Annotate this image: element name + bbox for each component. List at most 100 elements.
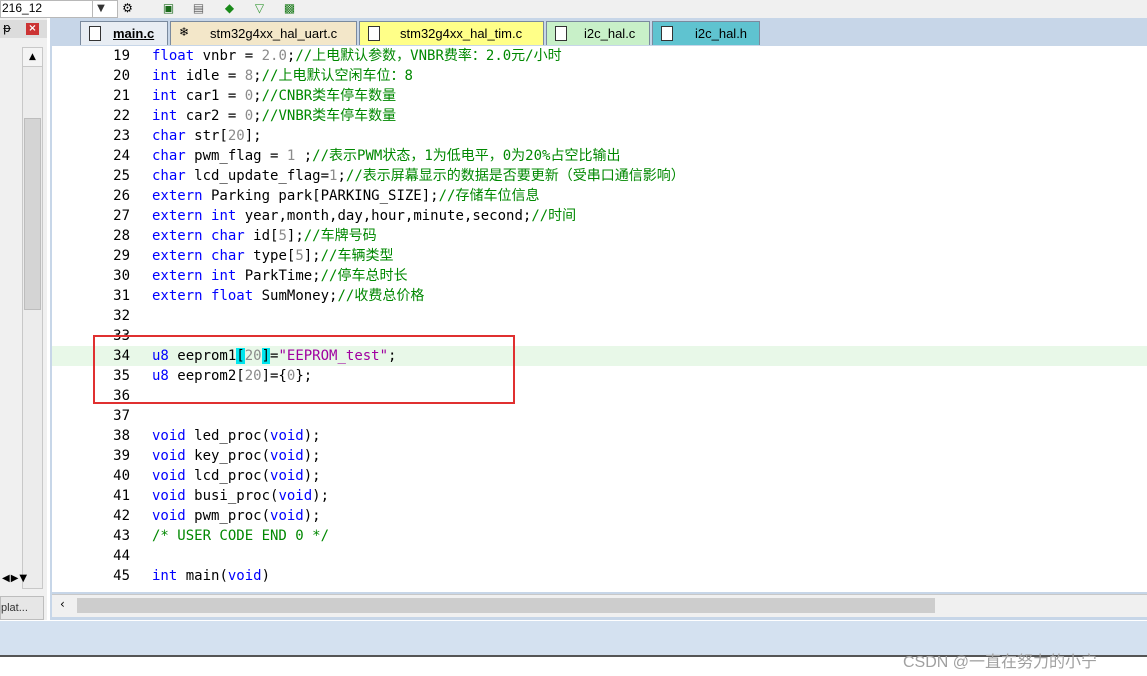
line-code[interactable]: char lcd_update_flag=1;//表示屏幕显示的数据是否要更新（… [152, 166, 685, 186]
code-line[interactable]: 26 extern Parking park[PARKING_SIZE];//存储… [52, 186, 1147, 206]
options-icon[interactable]: ⚙ [119, 0, 136, 16]
code-line[interactable]: 21 int car1 = 0;//CNBR类车停车数量 [52, 86, 1147, 106]
code-line[interactable]: 23 char str[20]; [52, 126, 1147, 146]
horizontal-scrollbar[interactable]: ‹ [52, 594, 1147, 617]
editor-frame: main.c ❄ stm32g4xx_hal_uart.c stm32g4xx_hal… [50, 18, 1147, 620]
code-line[interactable]: 44 [52, 546, 1147, 566]
code-line[interactable]: 32 [52, 306, 1147, 326]
filter-icon[interactable]: ▽ [251, 0, 268, 16]
line-code[interactable]: int car1 = 0;//CNBR类车停车数量 [152, 86, 396, 106]
project-panel-scrollbar[interactable]: ▲ [22, 47, 43, 589]
code-line[interactable]: 22 int car2 = 0;//VNBR类车停车数量 [52, 106, 1147, 126]
line-code[interactable]: char pwm_flag = 1 ;//表示PWM状态，1为低电平，0为20%… [152, 146, 620, 166]
line-code[interactable]: /* USER CODE END 0 */ [152, 526, 329, 546]
line-code[interactable]: int car2 = 0;//VNBR类车停车数量 [152, 106, 396, 126]
line-code[interactable]: void lcd_proc(void); [152, 466, 321, 486]
code-line[interactable]: 40 void lcd_proc(void); [52, 466, 1147, 486]
close-icon[interactable]: × [26, 23, 39, 35]
code-line[interactable]: 42 void pwm_proc(void); [52, 506, 1147, 526]
line-number: 27 [113, 208, 130, 224]
line-code[interactable]: extern int year,month,day,hour,minute,se… [152, 206, 576, 226]
line-code[interactable]: float vnbr = 2.0;//上电默认参数，VNBR费率：2.0元/小时 [152, 46, 562, 66]
line-number: 40 [113, 468, 130, 484]
code-line[interactable]: 41 void busi_proc(void); [52, 486, 1147, 506]
line-code[interactable]: char str[20]; [152, 126, 262, 146]
code-line[interactable]: 28 extern char id[5];//车牌号码 [52, 226, 1147, 246]
line-number: 32 [113, 308, 130, 324]
tab-stm32g4xx-hal-uart-c[interactable]: ❄ stm32g4xx_hal_uart.c [170, 21, 357, 45]
project-panel: ᵽ × ▲ ◀▶▼ plat... [0, 18, 47, 620]
code-line[interactable]: 20 int idle = 8;//上电默认空闲车位：8 [52, 66, 1147, 86]
line-code[interactable]: void led_proc(void); [152, 426, 321, 446]
line-number: 19 [113, 48, 130, 64]
tab-label: i2c_hal.c [584, 26, 636, 41]
line-code[interactable]: void busi_proc(void); [152, 486, 329, 506]
pin-icon[interactable]: ᵽ [3, 21, 11, 35]
code-editor[interactable]: 19 float vnbr = 2.0;//上电默认参数，VNBR费率：2.0元/… [52, 46, 1147, 592]
line-code[interactable]: extern char type[5];//车辆类型 [152, 246, 393, 266]
target-combo-value: 216_12 [2, 1, 43, 15]
line-number: 25 [113, 168, 130, 184]
code-line[interactable]: 24 char pwm_flag = 1 ;//表示PWM状态，1为低电平，0为2… [52, 146, 1147, 166]
tab-label: main.c [113, 26, 155, 41]
layout-icon[interactable]: ▤ [190, 0, 207, 16]
tab-i2c-hal-h[interactable]: i2c_hal.h [652, 21, 760, 45]
line-number: 29 [113, 248, 130, 264]
tab-i2c-hal-c[interactable]: i2c_hal.c [546, 21, 650, 45]
tab-label: stm32g4xx_hal_tim.c [400, 26, 523, 41]
tab-stm32g4xx-hal-tim-c[interactable]: stm32g4xx_hal_tim.c [359, 21, 544, 45]
file-tabbar: main.c ❄ stm32g4xx_hal_uart.c stm32g4xx_hal… [50, 18, 1147, 46]
line-code[interactable]: int idle = 8;//上电默认空闲车位：8 [152, 66, 413, 86]
code-line[interactable]: 30 extern int ParkTime;//停车总时长 [52, 266, 1147, 286]
target-combo[interactable]: 216_12 ▼ [0, 0, 118, 18]
chevron-down-icon[interactable]: ▼ [92, 1, 109, 17]
line-number: 43 [113, 528, 130, 544]
line-number: 30 [113, 268, 130, 284]
line-number: 38 [113, 428, 130, 444]
line-number: 45 [113, 568, 130, 584]
line-number: 37 [113, 408, 130, 424]
line-code[interactable]: extern int ParkTime;//停车总时长 [152, 266, 407, 286]
line-number: 28 [113, 228, 130, 244]
top-toolbar: 216_12 ▼ ⚙ ▣ ▤ ◆ ▽ ▩ [0, 0, 1147, 18]
code-line[interactable]: 29 extern char type[5];//车辆类型 [52, 246, 1147, 266]
file-icon [89, 26, 101, 41]
code-line[interactable]: 45 int main(void) [52, 566, 1147, 586]
check-icon[interactable]: ▩ [281, 0, 298, 16]
file-icon [555, 26, 567, 41]
file-icon [661, 26, 673, 41]
scroll-thumb[interactable] [24, 118, 41, 310]
code-line[interactable]: 19 float vnbr = 2.0;//上电默认参数，VNBR费率：2.0元/… [52, 46, 1147, 66]
window-icon[interactable]: ▣ [160, 0, 177, 16]
code-line[interactable]: 27 extern int year,month,day,hour,minute,… [52, 206, 1147, 226]
annotation-box [93, 335, 515, 404]
line-code[interactable]: int main(void) [152, 566, 270, 586]
code-line[interactable]: 43 /* USER CODE END 0 */ [52, 526, 1147, 546]
line-number: 24 [113, 148, 130, 164]
line-code[interactable]: void key_proc(void); [152, 446, 321, 466]
scroll-left-icon[interactable]: ‹ [60, 597, 65, 611]
horizontal-scroll-thumb[interactable] [77, 598, 935, 613]
line-code[interactable]: void pwm_proc(void); [152, 506, 321, 526]
code-line[interactable]: 25 char lcd_update_flag=1;//表示屏幕显示的数据是否要更… [52, 166, 1147, 186]
tab-label: stm32g4xx_hal_uart.c [210, 26, 338, 41]
code-line[interactable]: 37 [52, 406, 1147, 426]
code-line[interactable]: 31 extern float SumMoney;//收费总价格 [52, 286, 1147, 306]
line-number: 42 [113, 508, 130, 524]
templates-tab[interactable]: plat... [0, 596, 44, 620]
line-number: 22 [113, 108, 130, 124]
line-code[interactable]: extern char id[5];//车牌号码 [152, 226, 377, 246]
line-number: 21 [113, 88, 130, 104]
project-panel-header: ᵽ × [0, 20, 47, 38]
line-number: 39 [113, 448, 130, 464]
tab-main-c[interactable]: main.c [80, 21, 168, 45]
scroll-arrows-icon[interactable]: ◀▶▼ [2, 573, 28, 584]
line-code[interactable]: extern float SumMoney;//收费总价格 [152, 286, 424, 306]
gear-file-icon: ❄ [179, 25, 190, 39]
scroll-up-icon[interactable]: ▲ [23, 48, 42, 67]
download-icon[interactable]: ◆ [221, 0, 238, 16]
code-line[interactable]: 38 void led_proc(void); [52, 426, 1147, 446]
line-number: 23 [113, 128, 130, 144]
line-code[interactable]: extern Parking park[PARKING_SIZE];//存储车位… [152, 186, 539, 206]
code-line[interactable]: 39 void key_proc(void); [52, 446, 1147, 466]
